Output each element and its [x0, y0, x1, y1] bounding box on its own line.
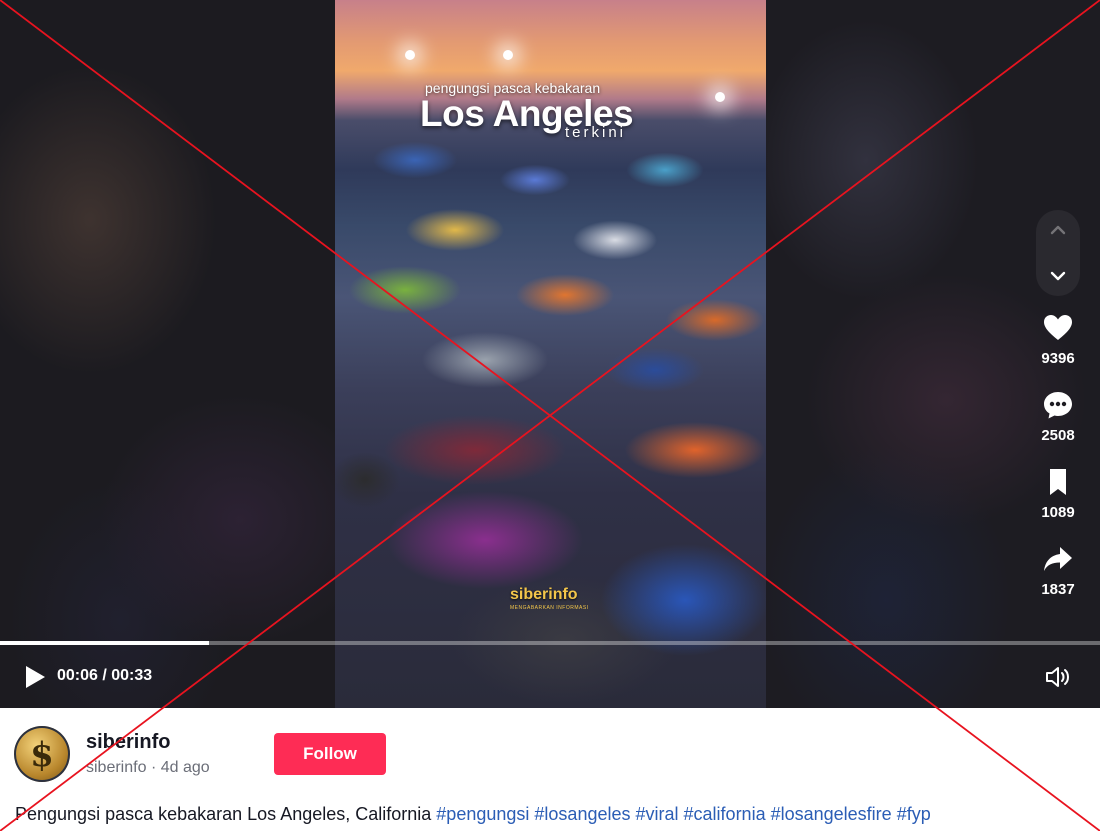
post-caption: Pengungsi pasca kebakaran Los Angeles, C… [15, 804, 931, 825]
hashtag-link[interactable]: #pengungsi [436, 804, 529, 824]
stadium-light [715, 92, 725, 102]
heart-icon[interactable] [1042, 312, 1074, 344]
share-action[interactable]: 1837 [1030, 543, 1086, 598]
next-video-button[interactable] [1044, 262, 1072, 290]
comment-action[interactable]: 2508 [1030, 389, 1086, 444]
blurred-backdrop-left [0, 0, 335, 708]
comment-icon[interactable] [1042, 389, 1074, 421]
volume-icon [1046, 667, 1069, 687]
video-player[interactable]: pengungsi pasca kebakaran Los Angeles te… [0, 0, 1100, 708]
previous-video-button[interactable] [1044, 216, 1072, 244]
like-count: 9396 [1041, 350, 1075, 367]
chevron-up-icon [1050, 225, 1066, 235]
time-display: 00:06 / 00:33 [57, 667, 153, 684]
stadium-light [503, 50, 513, 60]
post-date: 4d ago [160, 759, 210, 776]
video-frame[interactable]: pengungsi pasca kebakaran Los Angeles te… [335, 0, 766, 708]
share-icon[interactable] [1042, 543, 1074, 575]
avatar[interactable]: $ [14, 726, 70, 782]
hashtag-link[interactable]: #california [684, 804, 766, 824]
author-username[interactable]: siberinfo [86, 731, 170, 754]
hashtag-link[interactable]: #viral [636, 804, 679, 824]
chevron-down-icon [1050, 271, 1066, 281]
play-button[interactable] [22, 664, 48, 690]
comment-count: 2508 [1041, 427, 1075, 444]
stadium-light [405, 50, 415, 60]
share-count: 1837 [1041, 581, 1075, 598]
progress-bar[interactable] [0, 641, 1100, 645]
dollar-icon: $ [30, 735, 54, 775]
progress-fill [0, 641, 209, 645]
author-handle[interactable]: siberinfo [86, 759, 146, 776]
save-count: 1089 [1041, 504, 1075, 521]
volume-button[interactable] [1044, 664, 1072, 690]
meta-separator: · [150, 759, 157, 776]
hashtag-link[interactable]: #losangelesfire [771, 804, 892, 824]
video-scene [335, 120, 766, 708]
video-watermark-sub: MENGABARKAN INFORMASI [510, 605, 589, 611]
caption-text: Pengungsi pasca kebakaran Los Angeles, C… [15, 804, 432, 824]
like-action[interactable]: 9396 [1030, 312, 1086, 367]
hashtag-link[interactable]: #losangeles [534, 804, 630, 824]
save-action[interactable]: 1089 [1030, 466, 1086, 521]
author-meta: siberinfo · 4d ago [86, 759, 210, 777]
video-watermark: siberinfo [510, 586, 578, 603]
hashtag-link[interactable]: #fyp [897, 804, 931, 824]
video-overlay-tag: terkini [565, 124, 627, 141]
follow-button[interactable]: Follow [274, 733, 386, 775]
bookmark-icon[interactable] [1042, 466, 1074, 498]
play-icon [26, 666, 45, 688]
